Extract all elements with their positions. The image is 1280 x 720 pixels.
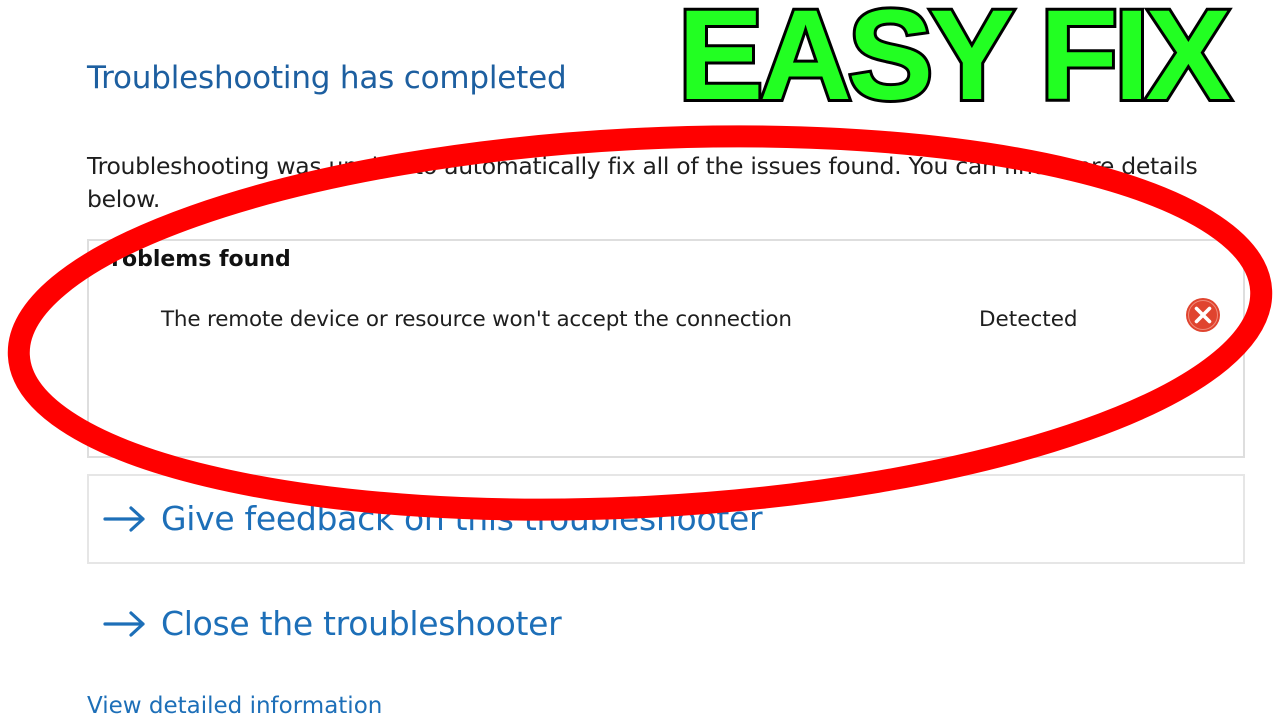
arrow-right-icon: [103, 505, 145, 532]
close-troubleshooter-link[interactable]: Close the troubleshooter: [103, 604, 562, 643]
status-description: Troubleshooting was unable to automatica…: [87, 152, 1198, 213]
page-title: Troubleshooting has completed: [87, 60, 567, 96]
problem-description: The remote device or resource won't acce…: [161, 307, 792, 332]
problems-panel: Problems found The remote device or reso…: [87, 239, 1245, 458]
feedback-label: Give feedback on this troubleshooter: [161, 499, 763, 538]
arrow-right-icon: [103, 610, 145, 637]
error-icon: [1186, 298, 1220, 332]
close-troubleshooter-label: Close the troubleshooter: [161, 604, 562, 643]
problem-status: Detected: [979, 307, 1078, 332]
view-detailed-information-link[interactable]: View detailed information: [87, 693, 382, 719]
feedback-link[interactable]: Give feedback on this troubleshooter: [103, 499, 763, 538]
problems-heading: Problems found: [95, 247, 291, 272]
easy-fix-caption: EASY FIX: [675, 0, 1234, 127]
